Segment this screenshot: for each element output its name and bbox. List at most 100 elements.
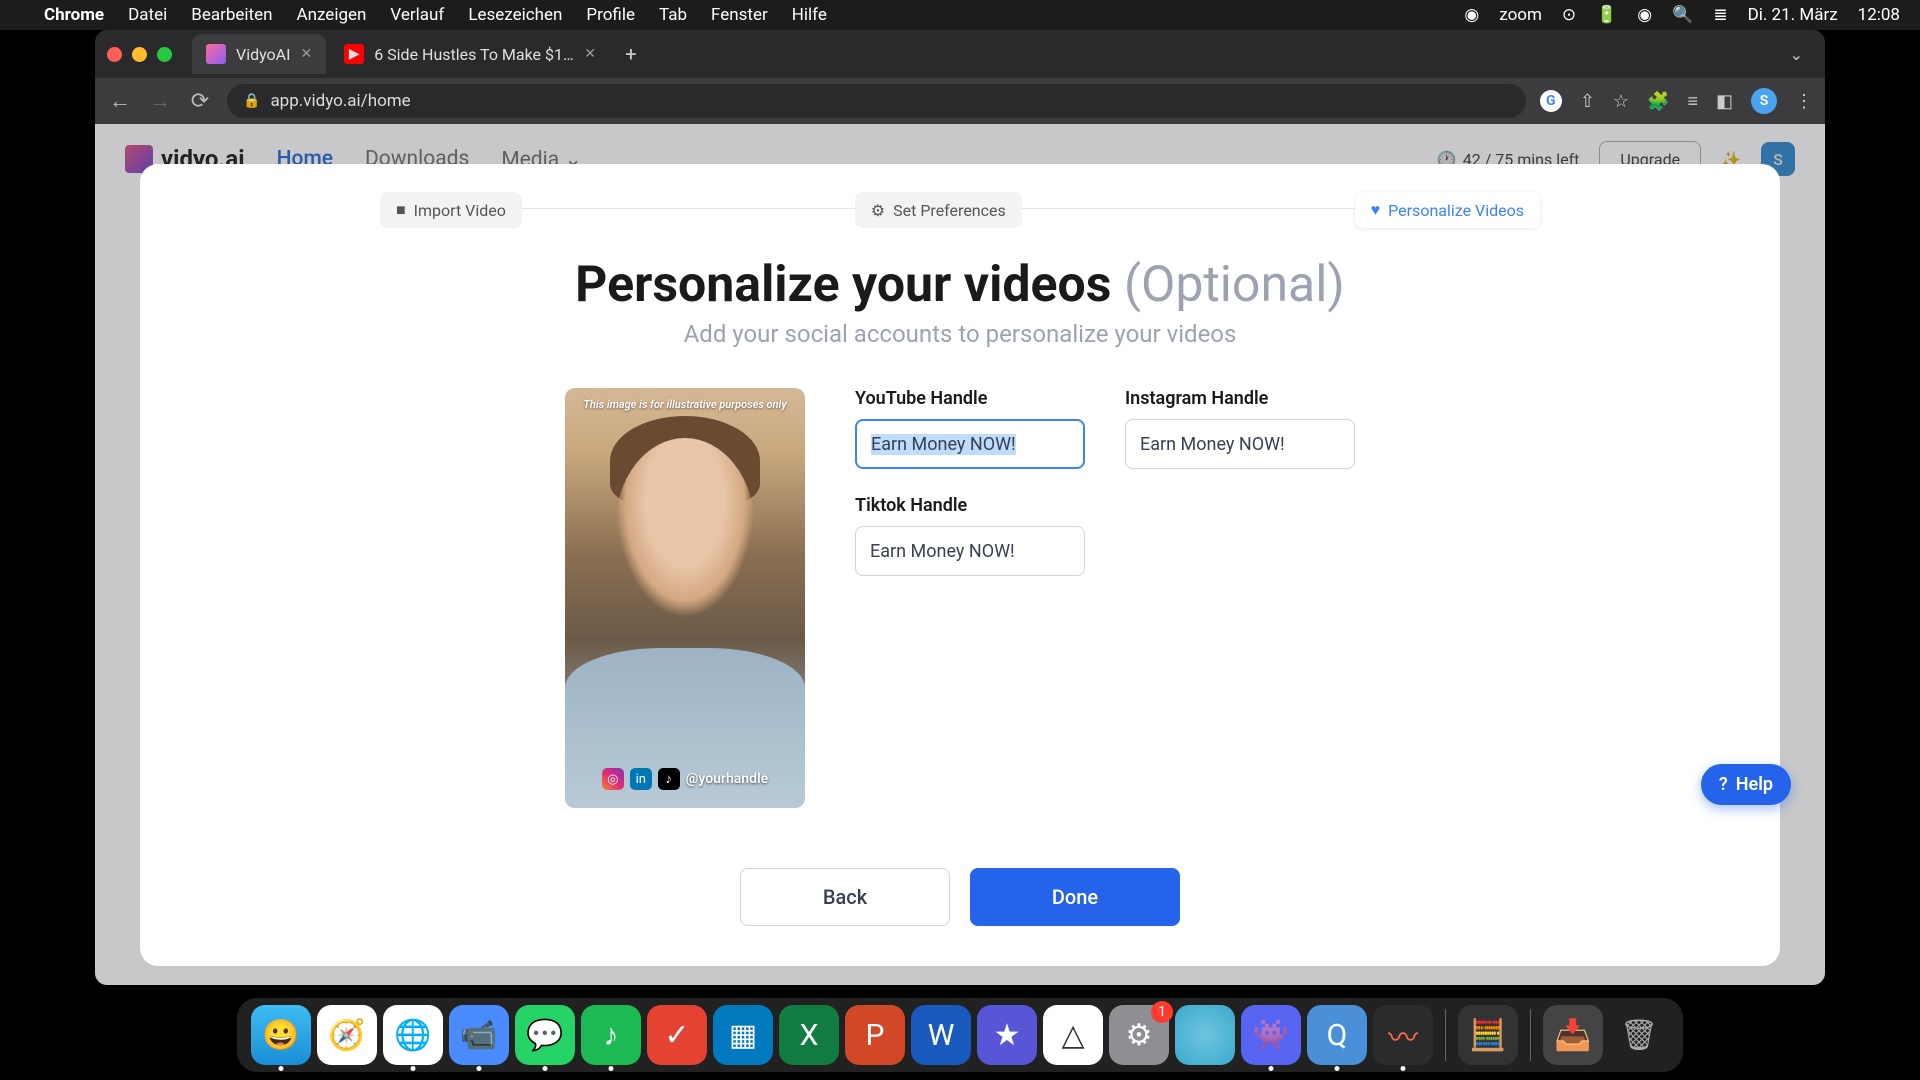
heart-icon: ♥ — [1371, 200, 1381, 220]
back-button[interactable]: Back — [740, 868, 950, 926]
dock-whatsapp[interactable]: 💬 — [515, 1005, 575, 1065]
battery-icon[interactable]: 🔋 — [1596, 5, 1617, 25]
tab-overflow-icon[interactable]: ⌄ — [1780, 45, 1813, 64]
modal-title: Personalize your videos (Optional) — [180, 256, 1740, 314]
close-window[interactable] — [107, 47, 122, 62]
dock-app-blue[interactable] — [1175, 1005, 1235, 1065]
bookmark-icon[interactable]: ☆ — [1613, 91, 1629, 112]
maximize-window[interactable] — [157, 47, 172, 62]
close-tab-icon[interactable]: ✕ — [300, 46, 312, 62]
linkedin-icon: in — [630, 768, 652, 790]
dock-separator — [1530, 1009, 1531, 1061]
toolbar: ← → ⟳ 🔒 app.vidyo.ai/home G ⇧ ☆ 🧩 ≡ ◧ S … — [95, 78, 1825, 124]
tab-title: VidyoAI — [236, 45, 290, 64]
done-button[interactable]: Done — [970, 868, 1180, 926]
youtube-label: YouTube Handle — [855, 388, 1085, 409]
macos-dock: 😀 🧭 🌐 📹 💬 ♪ ✓ ▦ X P W ★ △ ⚙1 👾 Q 〰 🧮 📥 🗑 — [237, 998, 1683, 1072]
help-widget: ?Help — [1701, 764, 1791, 805]
share-icon[interactable]: ⇧ — [1580, 91, 1595, 112]
forward-button[interactable]: → — [147, 88, 173, 114]
step-set-preferences[interactable]: ⚙Set Preferences — [855, 192, 1022, 228]
chrome-window: VidyoAI ✕ ▶ 6 Side Hustles To Make $1000… — [95, 30, 1825, 985]
dock-calculator[interactable]: 🧮 — [1458, 1005, 1518, 1065]
tab-youtube[interactable]: ▶ 6 Side Hustles To Make $1000 ✕ — [330, 34, 610, 74]
personalize-modal: ■Import Video ⚙Set Preferences ♥Personal… — [140, 164, 1780, 966]
menubar-time[interactable]: 12:08 — [1858, 5, 1900, 25]
tab-vidyoai[interactable]: VidyoAI ✕ — [192, 34, 326, 74]
minimize-window[interactable] — [132, 47, 147, 62]
menubar-date[interactable]: Di. 21. März — [1748, 5, 1838, 25]
modal-overlay: ■Import Video ⚙Set Preferences ♥Personal… — [95, 124, 1825, 985]
dock-trash[interactable]: 🗑 — [1609, 1005, 1669, 1065]
handle-fields: YouTube Handle Instagram Handle Tiktok H… — [855, 388, 1355, 808]
vidyo-favicon — [206, 44, 226, 64]
dock-powerpoint[interactable]: P — [845, 1005, 905, 1065]
help-button[interactable]: ?Help — [1701, 764, 1791, 805]
dock-discord[interactable]: 👾 — [1241, 1005, 1301, 1065]
tiktok-field: Tiktok Handle — [855, 495, 1085, 576]
dock-word[interactable]: W — [911, 1005, 971, 1065]
dock-settings[interactable]: ⚙1 — [1109, 1005, 1169, 1065]
stepper: ■Import Video ⚙Set Preferences ♥Personal… — [380, 192, 1540, 228]
dock-finder[interactable]: 😀 — [251, 1005, 311, 1065]
control-center-icon[interactable]: ≣ — [1713, 5, 1727, 25]
search-icon[interactable]: 🔍 — [1672, 5, 1693, 25]
dock-excel[interactable]: X — [779, 1005, 839, 1065]
tiktok-input[interactable] — [855, 526, 1085, 576]
preview-caption: This image is for illustrative purposes … — [565, 398, 805, 411]
window-controls — [107, 47, 172, 62]
close-tab-icon[interactable]: ✕ — [584, 46, 596, 62]
menu-tab[interactable]: Tab — [659, 5, 687, 25]
dock-imovie[interactable]: ★ — [977, 1005, 1037, 1065]
reload-button[interactable]: ⟳ — [187, 89, 213, 114]
dock-spotify[interactable]: ♪ — [581, 1005, 641, 1065]
instagram-input[interactable] — [1125, 419, 1355, 469]
tiktok-label: Tiktok Handle — [855, 495, 1085, 516]
back-button[interactable]: ← — [107, 88, 133, 114]
gear-icon: ⚙ — [871, 201, 885, 220]
menu-profile[interactable]: Profile — [586, 5, 635, 25]
extensions-icon[interactable]: 🧩 — [1647, 91, 1669, 112]
menu-lesezeichen[interactable]: Lesezeichen — [468, 5, 562, 25]
dock-quicktime[interactable]: Q — [1307, 1005, 1367, 1065]
chrome-menu-icon[interactable]: ⋮ — [1795, 91, 1813, 112]
preview-handle: @yourhandle — [686, 771, 768, 787]
menubar-app-name[interactable]: Chrome — [44, 5, 104, 25]
preview-image: This image is for illustrative purposes … — [565, 388, 805, 808]
profile-avatar[interactable]: S — [1751, 88, 1777, 114]
dock-separator — [1445, 1009, 1446, 1061]
step-import-video[interactable]: ■Import Video — [380, 192, 522, 228]
sidepanel-icon[interactable]: ◧ — [1716, 91, 1733, 112]
dock-audio-app[interactable]: 〰 — [1373, 1005, 1433, 1065]
menu-hilfe[interactable]: Hilfe — [792, 5, 827, 25]
lock-icon: 🔒 — [243, 93, 260, 109]
instagram-field: Instagram Handle — [1125, 388, 1355, 469]
dock-downloads[interactable]: 📥 — [1543, 1005, 1603, 1065]
address-bar[interactable]: 🔒 app.vidyo.ai/home — [227, 84, 1526, 118]
record-icon[interactable]: ◉ — [1464, 5, 1479, 25]
screen-mirror-icon[interactable]: ⊙ — [1562, 5, 1576, 25]
menu-bearbeiten[interactable]: Bearbeiten — [191, 5, 272, 25]
dock-todoist[interactable]: ✓ — [647, 1005, 707, 1065]
menu-datei[interactable]: Datei — [128, 5, 167, 25]
google-translate-icon[interactable]: G — [1540, 90, 1562, 112]
new-tab-button[interactable]: + — [614, 37, 648, 71]
zoom-indicator[interactable]: zoom — [1499, 5, 1542, 25]
menu-fenster[interactable]: Fenster — [711, 5, 768, 25]
tab-title: 6 Side Hustles To Make $1000 — [374, 45, 574, 64]
dock-safari[interactable]: 🧭 — [317, 1005, 377, 1065]
youtube-input[interactable] — [855, 419, 1085, 469]
modal-body: This image is for illustrative purposes … — [180, 388, 1740, 808]
dock-zoom[interactable]: 📹 — [449, 1005, 509, 1065]
menu-anzeigen[interactable]: Anzeigen — [297, 5, 367, 25]
video-icon: ■ — [396, 200, 406, 220]
reading-list-icon[interactable]: ≡ — [1687, 91, 1698, 112]
dock-googledrive[interactable]: △ — [1043, 1005, 1103, 1065]
dock-chrome[interactable]: 🌐 — [383, 1005, 443, 1065]
macos-menubar: Chrome Datei Bearbeiten Anzeigen Verlauf… — [0, 0, 1920, 30]
dock-trello[interactable]: ▦ — [713, 1005, 773, 1065]
tabstrip: VidyoAI ✕ ▶ 6 Side Hustles To Make $1000… — [95, 30, 1825, 78]
menu-verlauf[interactable]: Verlauf — [390, 5, 444, 25]
step-personalize-videos[interactable]: ♥Personalize Videos — [1355, 192, 1540, 228]
wifi-icon[interactable]: ◉ — [1637, 5, 1652, 25]
